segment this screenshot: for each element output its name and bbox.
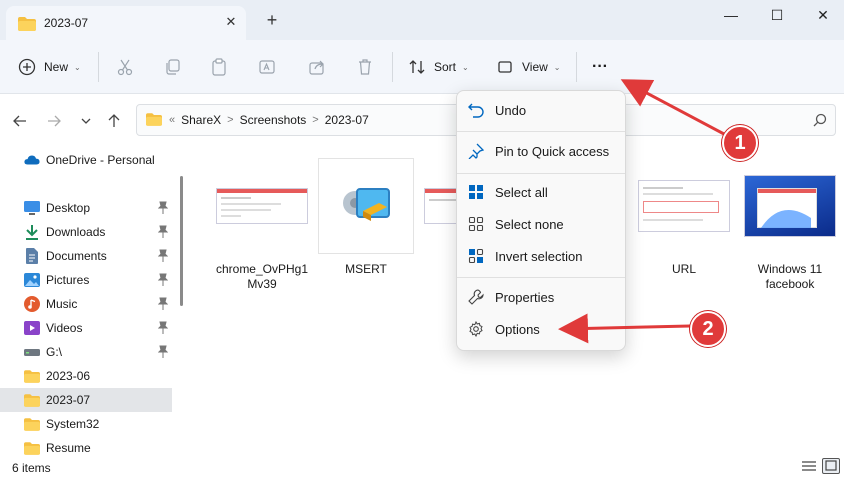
annotation-arrow-1 [620, 79, 725, 136]
annotation-badge-2: 2 [690, 311, 726, 347]
annotation-arrow-2 [558, 313, 691, 344]
annotation-overlay [558, 79, 725, 344]
annotation-badge-1: 1 [722, 125, 758, 161]
